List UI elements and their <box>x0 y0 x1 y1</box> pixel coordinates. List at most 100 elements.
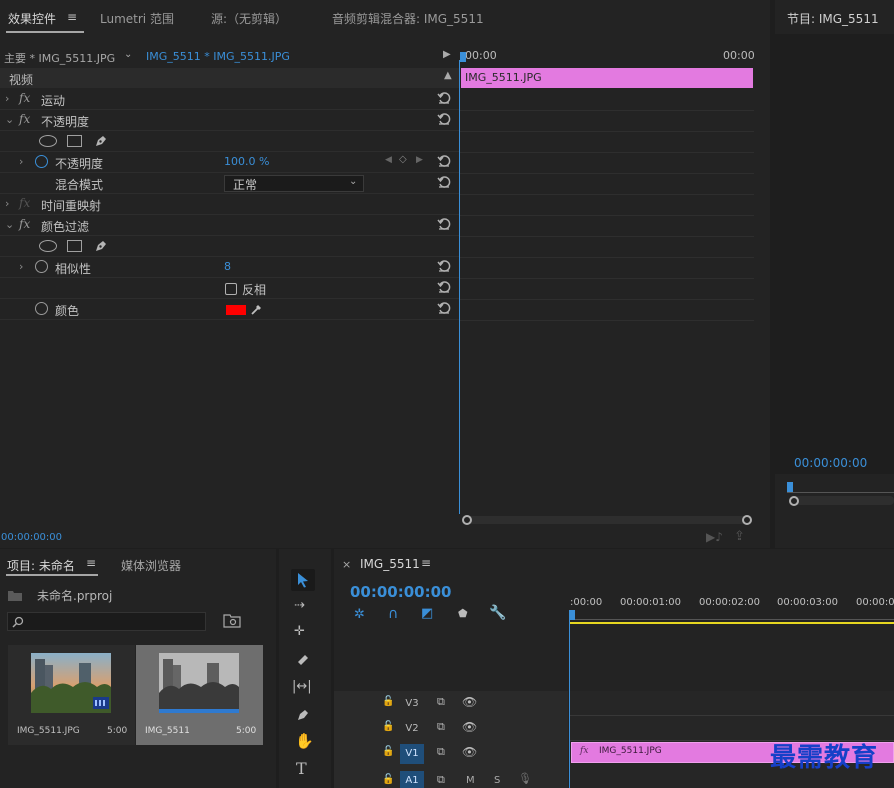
fx-icon[interactable]: fx <box>19 112 30 126</box>
export-frame-icon[interactable]: ⇪ <box>734 529 745 544</box>
microphone-icon[interactable]: 🎙 <box>518 772 532 785</box>
track-label-v3[interactable]: V3 <box>400 694 424 714</box>
lock-icon[interactable]: 🔓 <box>382 746 394 757</box>
toggle-sync-lock-icon[interactable]: ⧉ <box>437 695 445 709</box>
solo-button[interactable]: S <box>494 775 500 786</box>
pen-tool-icon[interactable] <box>295 707 311 723</box>
chevron-right-icon[interactable]: › <box>5 197 9 210</box>
tab-source[interactable]: 源:（无剪辑） <box>211 10 287 27</box>
invert-checkbox[interactable] <box>225 283 237 295</box>
chevron-down-icon[interactable]: ⌄ <box>5 218 14 231</box>
effect-row-color-filter[interactable]: ⌄ fx 颜色过滤 <box>0 215 459 236</box>
pen-mask-icon[interactable] <box>93 238 109 254</box>
toggle-sync-lock-icon[interactable]: ⧉ <box>437 745 445 759</box>
eye-icon[interactable]: 👁 <box>462 720 477 734</box>
play-triangle-icon[interactable]: ▶ <box>443 49 451 60</box>
lock-icon[interactable]: 🔓 <box>382 696 394 707</box>
work-area-bar[interactable] <box>570 622 894 624</box>
project-item-selected[interactable]: IMG_5511 5:00 <box>136 645 263 745</box>
tab-audio-clip-mixer[interactable]: 音频剪辑混合器: IMG_5511 <box>332 10 484 27</box>
eye-icon[interactable]: 👁 <box>462 745 477 759</box>
stopwatch-icon[interactable] <box>35 302 48 315</box>
chevron-right-icon[interactable]: › <box>19 260 23 273</box>
similarity-row[interactable]: › 相似性 8 <box>0 257 459 278</box>
chevron-right-icon[interactable]: › <box>5 92 9 105</box>
zoom-handle-left[interactable] <box>462 515 472 525</box>
play-audio-icon[interactable]: ▶♪ <box>706 530 723 544</box>
tab-effect-controls[interactable]: 效果控件 <box>8 10 56 27</box>
rectangle-mask-icon[interactable] <box>67 135 82 147</box>
eye-icon[interactable]: 👁 <box>462 695 477 709</box>
stopwatch-icon[interactable] <box>35 260 48 273</box>
timeline-zoom-scrollbar[interactable] <box>462 516 752 524</box>
mute-button[interactable]: M <box>466 775 475 786</box>
reset-icon[interactable] <box>437 154 451 168</box>
effect-controls-clip-bar[interactable]: IMG_5511.JPG <box>461 68 753 88</box>
rectangle-mask-icon[interactable] <box>67 240 82 252</box>
playhead-line[interactable] <box>459 60 460 514</box>
effect-row-motion[interactable]: › fx 运动 <box>0 89 459 110</box>
track-label-v2[interactable]: V2 <box>400 719 424 739</box>
lock-icon[interactable]: 🔓 <box>382 721 394 732</box>
reset-icon[interactable] <box>437 175 451 189</box>
previous-keyframe-icon[interactable]: ◀ <box>385 155 392 165</box>
color-swatch[interactable] <box>226 305 246 315</box>
time-ruler[interactable]: :00:00 00:00:01:00 00:00:02:00 00:00:03:… <box>570 589 894 625</box>
new-bin-icon[interactable] <box>223 613 241 628</box>
effect-row-opacity[interactable]: ⌄ fx 不透明度 <box>0 110 459 131</box>
reset-icon[interactable] <box>437 280 451 294</box>
program-zoom-scrollbar[interactable] <box>789 496 894 505</box>
reset-icon[interactable] <box>437 112 451 126</box>
tab-sequence[interactable]: IMG_5511 <box>360 557 420 571</box>
type-tool-icon[interactable]: T <box>296 759 307 778</box>
stopwatch-icon[interactable] <box>35 155 48 168</box>
lock-icon[interactable]: 🔓 <box>382 774 394 785</box>
wrench-settings-icon[interactable]: 🔧 <box>489 605 506 621</box>
ripple-edit-tool-icon[interactable]: ✛ <box>294 624 305 639</box>
track-label-v1[interactable]: V1 <box>400 744 424 764</box>
selection-tool-button[interactable] <box>291 569 315 591</box>
fx-icon[interactable]: fx <box>19 217 30 231</box>
similarity-value[interactable]: 8 <box>224 260 231 273</box>
nest-sequence-icon[interactable]: ✲ <box>354 607 365 622</box>
eyedropper-icon[interactable] <box>250 302 264 316</box>
razor-tool-icon[interactable] <box>295 652 311 668</box>
program-zoom-handle[interactable] <box>789 496 799 506</box>
add-marker-icon[interactable]: ⬟ <box>458 607 468 620</box>
collapse-up-icon[interactable]: ▲ <box>444 70 452 81</box>
opacity-param-row[interactable]: › 不透明度 100.0 % ◀ ◇ ▶ <box>0 152 459 173</box>
effect-row-time-remap[interactable]: › fx 时间重映射 <box>0 194 459 215</box>
sequence-playhead-line[interactable] <box>569 619 570 788</box>
program-timecode[interactable]: 00:00:00:00 <box>794 456 867 470</box>
track-label-a1[interactable]: A1 <box>400 771 424 788</box>
close-icon[interactable]: × <box>342 558 351 571</box>
zoom-handle-right[interactable] <box>742 515 752 525</box>
program-playhead[interactable] <box>787 482 793 492</box>
tab-lumetri-scopes[interactable]: Lumetri 范围 <box>100 10 174 27</box>
effect-controls-current-time[interactable]: 00:00:00:00 <box>1 532 62 543</box>
tab-media-browser[interactable]: 媒体浏览器 <box>121 557 181 574</box>
project-item[interactable]: IMG_5511.JPG 5:00 <box>8 645 135 745</box>
toggle-sync-lock-icon[interactable]: ⧉ <box>437 773 445 787</box>
reset-icon[interactable] <box>437 217 451 231</box>
pen-mask-icon[interactable] <box>93 133 109 149</box>
chevron-down-icon[interactable]: ⌄ <box>5 113 14 126</box>
next-keyframe-icon[interactable]: ▶ <box>416 155 423 165</box>
ellipse-mask-icon[interactable] <box>39 135 57 147</box>
sequence-timecode[interactable]: 00:00:00:00 <box>350 583 452 601</box>
panel-menu-icon[interactable]: ≡ <box>67 10 77 24</box>
panel-menu-icon[interactable]: ≡ <box>86 556 96 570</box>
fx-icon[interactable]: fx <box>19 91 30 105</box>
master-clip-label[interactable]: 主要 * IMG_5511.JPG <box>4 50 115 66</box>
opacity-value[interactable]: 100.0 % <box>224 155 269 168</box>
ellipse-mask-icon[interactable] <box>39 240 57 252</box>
slip-tool-icon[interactable]: |↔| <box>292 679 312 694</box>
chevron-down-icon[interactable]: ⌄ <box>124 49 132 60</box>
program-monitor-title[interactable]: 节目: IMG_5511 <box>787 10 879 27</box>
sequence-clip-label[interactable]: IMG_5511 * IMG_5511.JPG <box>146 50 290 63</box>
linked-selection-icon[interactable]: ◩ <box>421 606 433 621</box>
hand-tool-icon[interactable]: ✋ <box>295 732 314 750</box>
snap-magnet-icon[interactable]: ∩ <box>388 606 398 622</box>
blend-mode-select[interactable]: 正常 ⌄ <box>224 175 364 192</box>
track-select-tool-icon[interactable]: ⇢ <box>294 598 305 613</box>
